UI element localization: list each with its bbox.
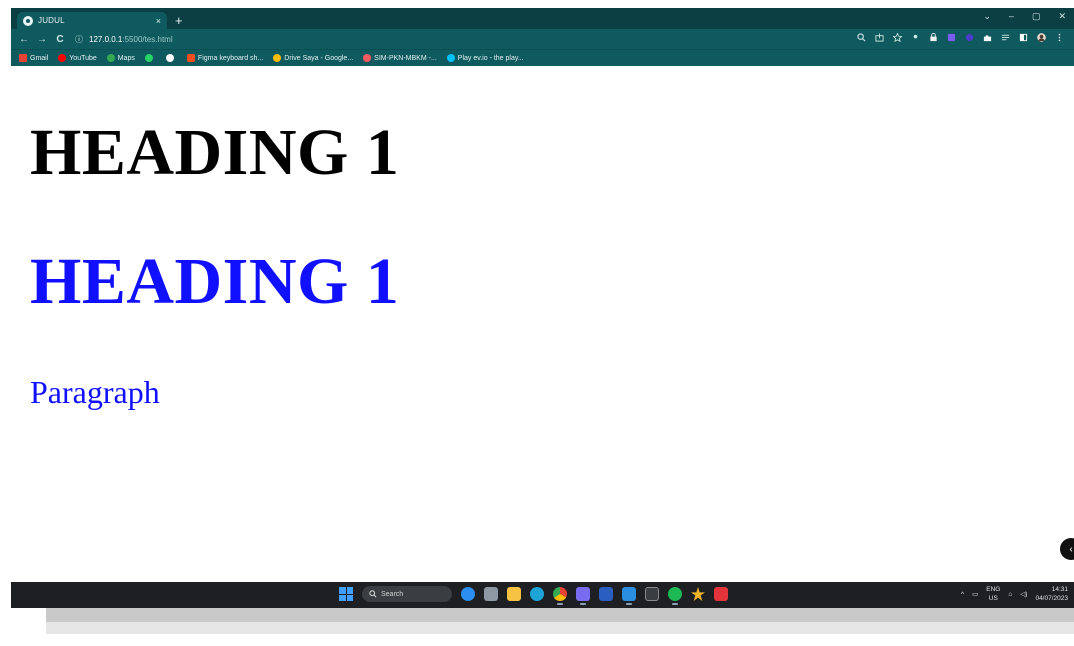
keyboard-icon[interactable]: ▭ [972, 590, 978, 598]
globe-icon [23, 15, 33, 26]
url-host: 127.0.0.1 [89, 34, 123, 44]
desktop: JUDUL × + ⌄ – ▢ ✕ ← → C ⓘ 127.0.0.1:5500… [0, 0, 1074, 646]
extension-hex-icon[interactable] [965, 33, 974, 42]
floating-action-icon[interactable]: ‹ [1060, 538, 1074, 560]
bookmark-gmail[interactable]: Gmail [19, 54, 48, 62]
new-tab-button[interactable]: + [175, 12, 183, 29]
heading-black: HEADING 1 [30, 116, 400, 189]
maps-icon [106, 54, 115, 62]
bookmark-label: Figma keyboard sh... [197, 54, 264, 62]
bookmark-play-evio[interactable]: Play ev.io - the play... [446, 54, 524, 62]
browser-tab[interactable]: JUDUL × [17, 12, 167, 29]
reload-button[interactable]: C [53, 34, 67, 45]
bookmark-whatsapp[interactable] [144, 54, 156, 62]
window-shadow-soft [46, 622, 1074, 634]
share-icon[interactable] [875, 33, 884, 42]
extension-lock-icon[interactable] [929, 33, 938, 42]
volume-icon[interactable]: ◁) [1020, 590, 1027, 598]
bookmark-label: Drive Saya - Google... [284, 54, 354, 62]
paragraph: Paragraph [30, 374, 160, 410]
maximize-button[interactable]: ▢ [1032, 11, 1041, 22]
zoom-icon[interactable] [857, 33, 866, 42]
figma-icon [186, 54, 195, 62]
window-controls: ⌄ – ▢ ✕ [983, 11, 1066, 22]
tab-title: JUDUL [38, 16, 65, 25]
profile-avatar-icon[interactable] [1037, 33, 1046, 42]
url-path: :5500/tes.html [122, 34, 173, 44]
heading-blue: HEADING 1 [30, 245, 400, 318]
side-panel-icon[interactable] [1019, 33, 1028, 42]
bookmark-label: YouTube [69, 54, 97, 62]
bookmark-label: Maps [117, 54, 135, 62]
screen-recorder-icon[interactable] [714, 587, 728, 601]
chevron-up-icon[interactable]: ^ [961, 591, 964, 598]
starred-app-icon[interactable] [691, 587, 705, 601]
clock-date: 04/07/2023 [1035, 595, 1068, 602]
bookmark-sim-pkn[interactable]: SIM-PKN-MBKM -... [363, 54, 437, 62]
forward-button[interactable]: → [35, 34, 49, 45]
close-button[interactable]: ✕ [1058, 11, 1066, 22]
file-explorer-icon[interactable] [507, 587, 521, 601]
extension-square-icon[interactable] [947, 33, 956, 42]
taskbar-search[interactable]: Search [362, 586, 452, 602]
menu-kebab-icon[interactable] [1055, 33, 1064, 42]
google-drive-icon [273, 54, 282, 62]
bookmark-globe[interactable] [165, 54, 177, 62]
sim-pkn-icon [363, 54, 372, 62]
extensions-puzzle-icon[interactable] [983, 33, 992, 42]
system-tray: ^ ▭ ENG US ⌂ ◁) 14:31 04/07/2023 [961, 585, 1068, 603]
evio-icon [446, 54, 455, 62]
language-indicator[interactable]: ENG US [986, 585, 1000, 603]
taskbar-apps: Search [339, 586, 728, 605]
search-label: Search [381, 590, 404, 598]
region-code: US [988, 595, 998, 602]
copilot-icon[interactable] [461, 587, 475, 601]
clock[interactable]: 14:31 04/07/2023 [1035, 585, 1068, 603]
star-icon[interactable] [893, 33, 902, 42]
windows-start-icon[interactable] [339, 587, 353, 601]
bookmarks-bar: Gmail YouTube Maps Figma keyboard sh... … [11, 49, 1074, 66]
word-icon[interactable] [599, 587, 613, 601]
whatsapp-icon [144, 54, 153, 62]
bookmark-label: SIM-PKN-MBKM -... [374, 54, 437, 62]
reading-list-icon[interactable] [1001, 33, 1010, 42]
network-icon[interactable]: ⌂ [1008, 591, 1012, 598]
tab-strip: JUDUL × + ⌄ – ▢ ✕ [11, 8, 1074, 29]
gmail-icon [19, 54, 27, 62]
tab-close-icon[interactable]: × [156, 16, 161, 26]
bookmark-youtube[interactable]: YouTube [58, 54, 97, 62]
address-toolbar: ← → C ⓘ 127.0.0.1:5500/tes.html [11, 29, 1074, 49]
chrome-icon[interactable] [553, 587, 567, 605]
page-content: HEADING 1 HEADING 1 Paragraph ‹ [11, 66, 1074, 582]
toolbar-actions [857, 33, 1064, 42]
bookmark-figma[interactable]: Figma keyboard sh... [186, 54, 264, 62]
vscode-icon[interactable] [622, 587, 636, 605]
browser-window: JUDUL × + ⌄ – ▢ ✕ ← → C ⓘ 127.0.0.1:5500… [11, 8, 1074, 608]
edge-icon[interactable] [530, 587, 544, 601]
clock-time: 14:31 [1051, 586, 1068, 593]
minimize-button[interactable]: – [1009, 11, 1014, 22]
bookmark-drive[interactable]: Drive Saya - Google... [273, 54, 353, 62]
extension-pin-icon[interactable] [911, 33, 920, 42]
task-view-icon[interactable] [484, 587, 498, 601]
tab-search-icon[interactable]: ⌄ [983, 11, 991, 22]
bookmark-label: Gmail [30, 54, 49, 62]
site-info-icon[interactable]: ⓘ [75, 34, 83, 45]
taskbar: Search ^ ▭ ENG US ⌂ ◁) 14:31 04/07/2023 [11, 582, 1074, 608]
language-code: ENG [986, 586, 1001, 593]
paint-icon[interactable] [576, 587, 590, 605]
bookmark-label: Play ev.io - the play... [457, 54, 524, 62]
search-icon [369, 590, 377, 598]
spotify-icon[interactable] [668, 587, 682, 605]
terminal-icon[interactable] [645, 587, 659, 601]
window-shadow [46, 608, 1074, 622]
back-button[interactable]: ← [17, 34, 31, 45]
address-bar[interactable]: ⓘ 127.0.0.1:5500/tes.html [75, 34, 173, 45]
youtube-icon [58, 54, 67, 62]
globe-icon [165, 54, 174, 62]
bookmark-maps[interactable]: Maps [106, 54, 135, 62]
